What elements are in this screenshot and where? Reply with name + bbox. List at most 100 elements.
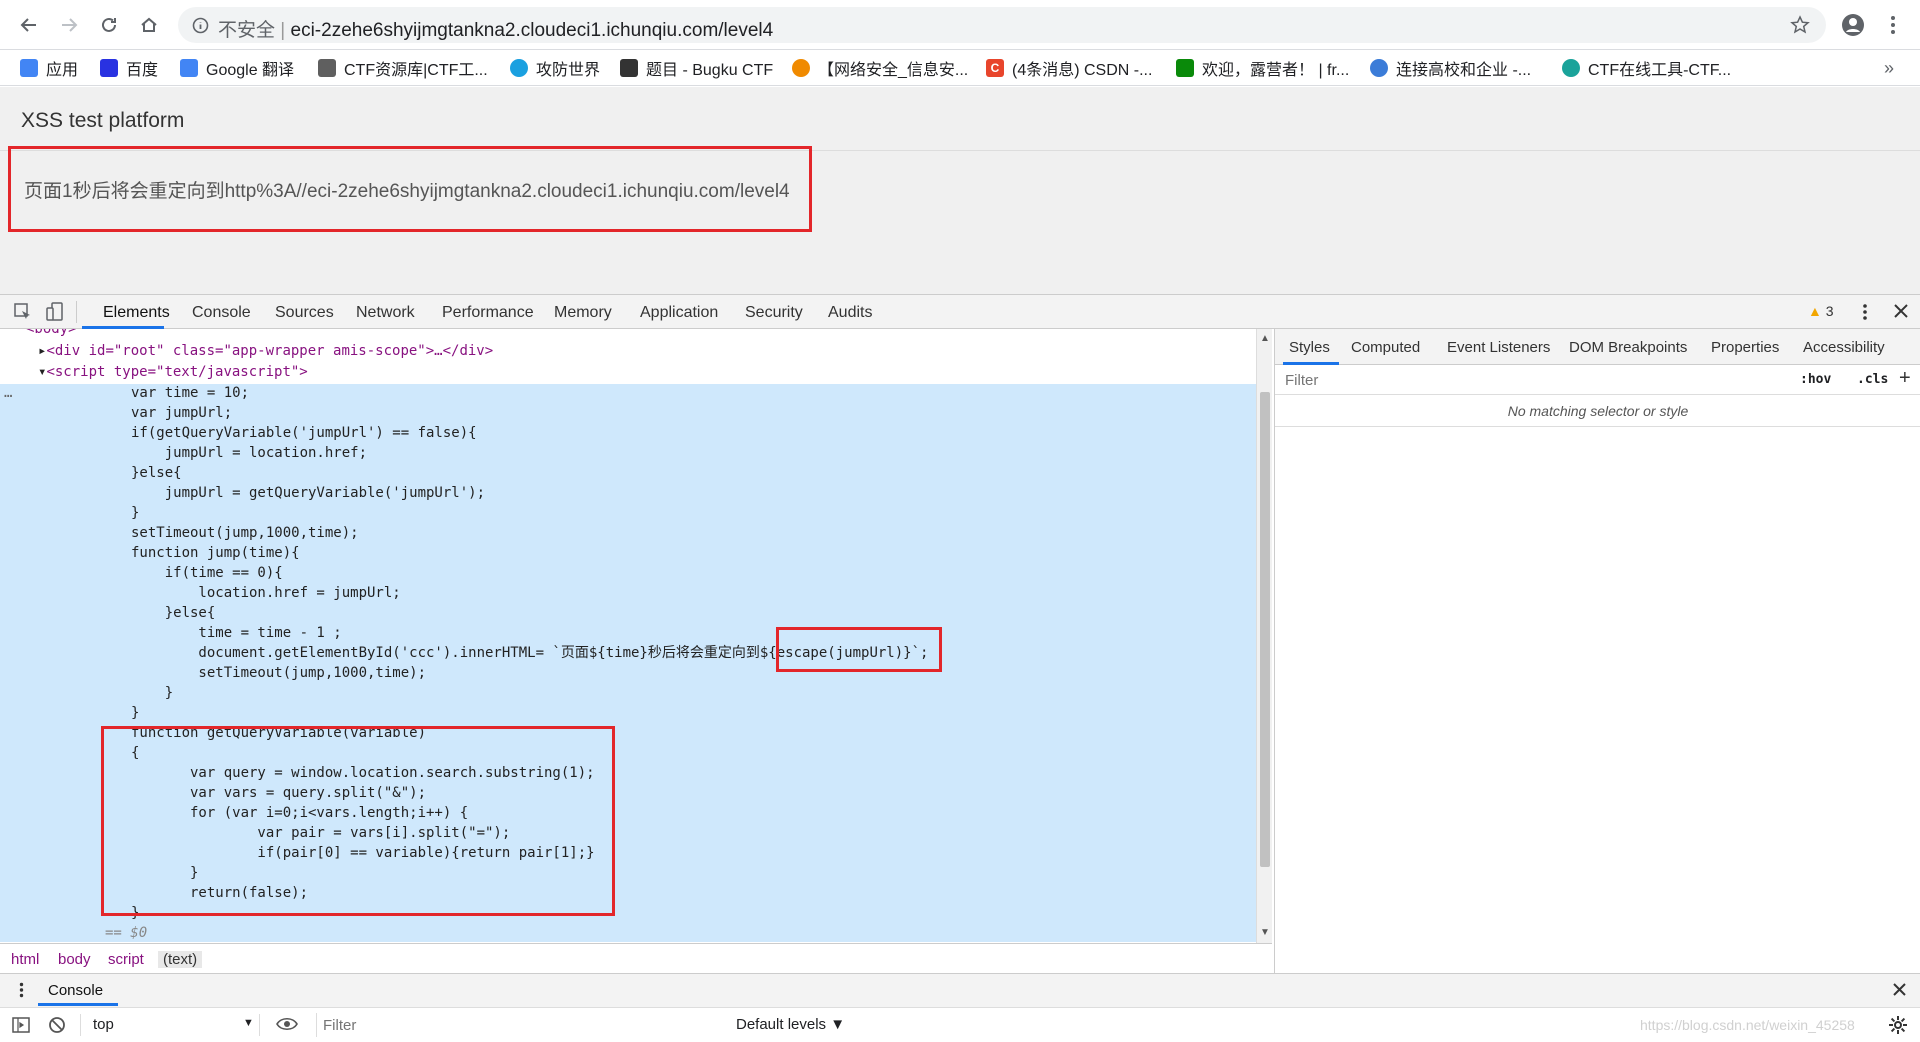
scrollbar-thumb[interactable] [1260, 392, 1270, 867]
code-line: setTimeout(jump,1000,time); [131, 665, 427, 681]
hacker-icon [318, 59, 336, 77]
plus-icon[interactable]: + [1899, 367, 1911, 390]
tab-accessibility[interactable]: Accessibility [1803, 339, 1885, 356]
tab-computed[interactable]: Computed [1351, 339, 1420, 356]
flag-icon [620, 59, 638, 77]
code-line: jumpUrl = getQueryVariable('jumpUrl'); [131, 485, 486, 501]
info-icon[interactable] [192, 17, 209, 34]
inspect-element-icon[interactable] [14, 303, 32, 321]
bookmark-item[interactable]: Google 翻译 [180, 56, 294, 80]
code-line: setTimeout(jump,1000,time); [131, 525, 359, 541]
tab-audits[interactable]: Audits [828, 304, 872, 322]
code-line[interactable]: <body> [26, 329, 77, 339]
google-translate-icon [180, 59, 198, 77]
cls-toggle[interactable]: .cls [1857, 372, 1888, 387]
close-icon[interactable] [1893, 983, 1906, 996]
bookmark-item[interactable]: 攻防世界 [510, 56, 600, 80]
highlight-box [776, 627, 942, 672]
bookmark-item[interactable]: CTF资源库|CTF工... [318, 56, 488, 80]
chevron-right-icon[interactable]: » [1884, 56, 1894, 80]
home-button[interactable] [134, 10, 164, 40]
home-icon [141, 17, 157, 32]
styles-filter-input[interactable] [1281, 368, 1789, 392]
bookmark-item[interactable]: 题目 - Bugku CTF [620, 56, 773, 80]
sidebar-toggle-icon[interactable] [12, 1016, 30, 1034]
bookmark-item[interactable]: CTF在线工具-CTF... [1562, 56, 1731, 80]
ctf-tool-icon [1562, 59, 1580, 77]
log-levels-dropdown[interactable]: Default levels ▼ [736, 1016, 845, 1033]
page-header: XSS test platform [0, 87, 1920, 151]
baidu-paw-icon [100, 59, 118, 77]
context-select[interactable]: top ▼ [80, 1014, 260, 1036]
tab-network[interactable]: Network [356, 304, 415, 322]
vertical-dots-icon[interactable] [19, 982, 24, 998]
tab-application[interactable]: Application [640, 304, 718, 322]
forward-button[interactable] [54, 10, 84, 40]
url-text[interactable]: eci-2zehe6shyijmgtankna2.cloudeci1.ichun… [291, 20, 774, 41]
chrome-menu-button[interactable] [1878, 10, 1908, 40]
hov-toggle[interactable]: :hov [1800, 372, 1831, 387]
profile-button[interactable] [1838, 10, 1868, 40]
tab-console-drawer[interactable]: Console [48, 982, 103, 999]
breadcrumb-html[interactable]: html [11, 951, 39, 968]
code-line: } [131, 705, 140, 721]
gear-icon[interactable] [1888, 1015, 1908, 1035]
console-filter-input[interactable] [316, 1013, 724, 1037]
bookmark-item[interactable]: C (4条消息) CSDN -... [986, 56, 1152, 80]
reload-icon [102, 17, 116, 32]
breadcrumb-body[interactable]: body [58, 951, 91, 968]
elements-tree[interactable]: <body> ▸<div id="root" class="app-wrappe… [0, 329, 1256, 943]
code-line: var jumpUrl; [131, 405, 233, 421]
code-line: function jump(time){ [131, 545, 300, 561]
tab-elements[interactable]: Elements [103, 304, 170, 322]
bookmark-item[interactable]: 连接高校和企业 -... [1370, 56, 1531, 80]
bookmark-item[interactable]: 欢迎，露营者！ | fr... [1176, 56, 1349, 80]
code-line: if(time == 0){ [131, 565, 283, 581]
active-tab-indicator [38, 1003, 118, 1006]
eye-icon[interactable] [276, 1016, 298, 1032]
styles-filter-row: :hov .cls + [1275, 365, 1920, 395]
close-icon[interactable] [1894, 304, 1908, 318]
tab-styles[interactable]: Styles [1289, 339, 1330, 356]
tab-console[interactable]: Console [192, 304, 251, 322]
styles-tabbar: Styles Computed Event Listeners DOM Brea… [1275, 329, 1920, 365]
tab-sources[interactable]: Sources [275, 304, 334, 322]
code-line: jumpUrl = location.href; [131, 445, 368, 461]
freecodecamp-icon [1176, 59, 1194, 77]
account-icon [1842, 14, 1864, 36]
tab-memory[interactable]: Memory [554, 304, 612, 322]
tab-performance[interactable]: Performance [442, 304, 534, 322]
address-bar[interactable]: 不安全 | eci-2zehe6shyijmgtankna2.cloudeci1… [178, 7, 1826, 43]
breadcrumb-text[interactable]: (text) [158, 951, 203, 968]
cloud-icon [1370, 59, 1388, 77]
breadcrumb-script[interactable]: script [108, 951, 144, 968]
insecure-label: 不安全 [218, 20, 276, 41]
bookmark-item[interactable]: 【网络安全_信息安... [792, 56, 968, 80]
scroll-up-icon[interactable]: ▲ [1260, 333, 1270, 344]
ellipsis-icon[interactable]: … [4, 383, 12, 403]
tab-properties[interactable]: Properties [1711, 339, 1779, 356]
page-title: XSS test platform [21, 109, 185, 132]
warning-counter[interactable]: ▲ 3 [1808, 303, 1834, 319]
tab-dom-breakpoints[interactable]: DOM Breakpoints [1569, 339, 1687, 356]
back-button[interactable] [14, 10, 44, 40]
bookmark-item[interactable]: 百度 [100, 56, 158, 80]
tab-event-listeners[interactable]: Event Listeners [1447, 339, 1550, 356]
code-line: if(getQueryVariable('jumpUrl') == false)… [131, 425, 477, 441]
tab-security[interactable]: Security [745, 304, 803, 322]
code-line[interactable]: ▾<script type="text/javascript"> [38, 362, 308, 382]
browser-toolbar: 不安全 | eci-2zehe6shyijmgtankna2.cloudeci1… [0, 0, 1920, 50]
vertical-dots-icon[interactable] [1862, 303, 1868, 321]
bookmark-item[interactable]: 应用 [20, 56, 78, 80]
apps-grid-icon [20, 59, 38, 77]
code-line: } [131, 505, 140, 521]
code-line[interactable]: ▸<div id="root" class="app-wrapper amis-… [38, 341, 493, 361]
scroll-down-icon[interactable]: ▼ [1260, 927, 1270, 938]
vertical-scrollbar[interactable]: ▲ ▼ [1256, 329, 1272, 943]
console-drawer: Console top ▼ Default levels ▼ https://b… [0, 973, 1920, 1042]
breadcrumb: html body script (text) [0, 943, 1272, 973]
reload-button[interactable] [94, 10, 124, 40]
star-icon[interactable] [1790, 15, 1810, 35]
device-toolbar-icon[interactable] [46, 302, 64, 322]
clear-console-icon[interactable] [48, 1016, 66, 1034]
